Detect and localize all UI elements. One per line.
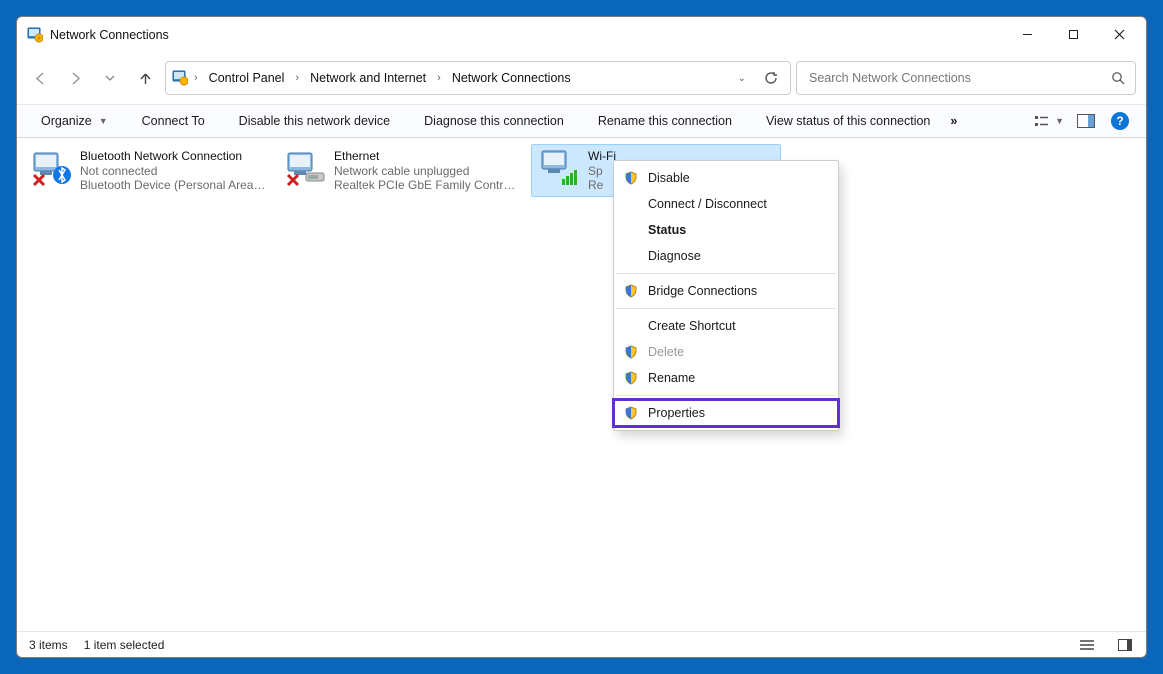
connection-status: Not connected — [80, 164, 266, 178]
shield-icon — [624, 371, 638, 385]
ctx-rename[interactable]: Rename — [614, 365, 838, 391]
chevron-right-icon[interactable]: › — [192, 72, 200, 84]
breadcrumb-network-connections[interactable]: Network Connections — [447, 68, 576, 88]
details-view-button[interactable] — [1078, 637, 1096, 653]
connection-name: Bluetooth Network Connection — [80, 149, 266, 163]
help-button[interactable]: ? — [1108, 109, 1132, 133]
shield-icon — [624, 284, 638, 298]
address-bar[interactable]: › Control Panel › Network and Internet ›… — [165, 61, 791, 95]
maximize-button[interactable] — [1050, 20, 1096, 50]
search-icon[interactable] — [1111, 71, 1125, 85]
menu-separator — [616, 273, 836, 274]
menu-separator — [616, 308, 836, 309]
content-area[interactable]: Bluetooth Network Connection Not connect… — [17, 138, 1146, 631]
view-options-dropdown-icon[interactable]: ▼ — [1055, 116, 1064, 126]
ctx-diagnose[interactable]: Diagnose — [614, 243, 838, 269]
ctx-properties[interactable]: Properties — [614, 400, 838, 426]
command-bar: Organize▼ Connect To Disable this networ… — [17, 104, 1146, 138]
caption-buttons — [1004, 20, 1142, 50]
ctx-status[interactable]: Status — [614, 217, 838, 243]
adapter-icon — [30, 149, 74, 189]
ctx-bridge-connections[interactable]: Bridge Connections — [614, 278, 838, 304]
adapter-icon — [284, 149, 328, 189]
window-title-text: Network Connections — [50, 28, 169, 42]
shield-icon — [624, 171, 638, 185]
minimize-button[interactable] — [1004, 20, 1050, 50]
status-bar: 3 items 1 item selected — [17, 631, 1146, 657]
forward-button[interactable] — [60, 62, 90, 94]
shield-icon — [624, 406, 638, 420]
disable-device-button[interactable]: Disable this network device — [229, 110, 400, 132]
connect-to-button[interactable]: Connect To — [132, 110, 215, 132]
context-menu: Disable Connect / Disconnect Status Diag… — [613, 160, 839, 431]
diagnose-connection-button[interactable]: Diagnose this connection — [414, 110, 574, 132]
preview-pane-button[interactable] — [1074, 109, 1098, 133]
location-icon — [172, 70, 188, 86]
refresh-button[interactable] — [760, 68, 782, 88]
menu-separator — [616, 395, 836, 396]
search-input[interactable] — [809, 71, 1111, 85]
close-button[interactable] — [1096, 20, 1142, 50]
connection-name: Ethernet — [334, 149, 520, 163]
connection-ethernet[interactable]: Ethernet Network cable unplugged Realtek… — [277, 144, 527, 197]
nav-bar: › Control Panel › Network and Internet ›… — [17, 52, 1146, 104]
chevron-right-icon[interactable]: › — [435, 72, 443, 84]
breadcrumb-network-internet[interactable]: Network and Internet — [305, 68, 431, 88]
connection-bluetooth[interactable]: Bluetooth Network Connection Not connect… — [23, 144, 273, 197]
ctx-delete: Delete — [614, 339, 838, 365]
view-status-button[interactable]: View status of this connection — [756, 110, 940, 132]
overflow-button[interactable]: » — [940, 110, 967, 132]
address-dropdown-icon[interactable]: ⌄ — [732, 71, 752, 86]
search-box[interactable] — [796, 61, 1136, 95]
ctx-disable[interactable]: Disable — [614, 165, 838, 191]
connection-device: Bluetooth Device (Personal Area ... — [80, 178, 266, 192]
recent-locations-button[interactable] — [95, 62, 125, 94]
app-icon — [27, 27, 43, 43]
connection-device: Realtek PCIe GbE Family Controller — [334, 178, 520, 192]
connection-status: Network cable unplugged — [334, 164, 520, 178]
window: Network Connections › Control Panel › Ne… — [16, 16, 1147, 658]
organize-button[interactable]: Organize▼ — [31, 110, 118, 132]
window-title: Network Connections — [27, 27, 169, 43]
ctx-create-shortcut[interactable]: Create Shortcut — [614, 313, 838, 339]
connections-list: Bluetooth Network Connection Not connect… — [17, 138, 1146, 203]
adapter-icon — [538, 149, 582, 189]
breadcrumb-control-panel[interactable]: Control Panel — [204, 68, 290, 88]
chevron-right-icon[interactable]: › — [293, 72, 301, 84]
shield-icon — [624, 345, 638, 359]
up-button[interactable] — [130, 62, 160, 94]
title-bar: Network Connections — [17, 17, 1146, 52]
view-options-button[interactable] — [1029, 109, 1053, 133]
large-icons-view-button[interactable] — [1116, 637, 1134, 653]
ctx-connect-disconnect[interactable]: Connect / Disconnect — [614, 191, 838, 217]
item-count: 3 items — [29, 638, 68, 652]
selection-count: 1 item selected — [84, 638, 165, 652]
back-button[interactable] — [25, 62, 55, 94]
rename-connection-button[interactable]: Rename this connection — [588, 110, 742, 132]
